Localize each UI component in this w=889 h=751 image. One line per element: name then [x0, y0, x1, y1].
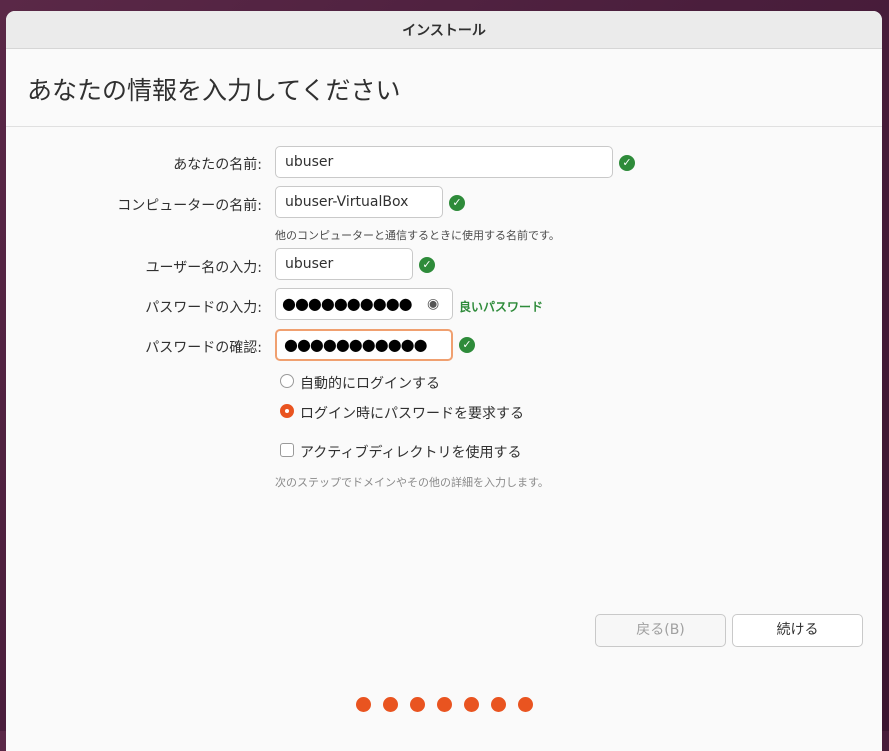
computer-valid-icon: ✓ — [449, 195, 465, 211]
window-title: インストール — [402, 22, 486, 39]
confirm-valid-icon: ✓ — [459, 337, 475, 353]
computer-label: コンピューターの名前: — [117, 198, 262, 214]
continue-button[interactable]: 続ける — [732, 614, 863, 647]
name-input[interactable]: ubuser — [275, 146, 613, 178]
active-directory-label[interactable]: アクティブディレクトリを使用する — [300, 442, 521, 462]
computer-hint: 他のコンピューターと通信するときに使用する名前です。 — [275, 229, 560, 242]
confirm-dots: ●●●●●●●●●●● — [284, 335, 428, 354]
username-valid-icon: ✓ — [419, 257, 435, 273]
progress-dot — [464, 697, 479, 712]
title-bar: インストール — [6, 11, 882, 49]
password-strength: 良いパスワード — [459, 300, 544, 314]
require-password-label[interactable]: ログイン時にパスワードを要求する — [300, 403, 524, 423]
page-title: あなたの情報を入力してください — [27, 76, 401, 105]
confirm-password-input[interactable]: ●●●●●●●●●●● — [275, 329, 453, 361]
password-dots: ●●●●●●●●●● — [282, 294, 413, 313]
progress-dot — [410, 697, 425, 712]
confirm-label: パスワードの確認: — [145, 340, 262, 356]
progress-dot — [518, 697, 533, 712]
auto-login-radio[interactable] — [280, 374, 294, 388]
computer-name-input[interactable]: ubuser-VirtualBox — [275, 186, 443, 218]
username-label: ユーザー名の入力: — [145, 260, 262, 276]
name-label: あなたの名前: — [173, 157, 262, 173]
back-button[interactable]: 戻る(B) — [595, 614, 726, 647]
auto-login-label[interactable]: 自動的にログインする — [300, 373, 440, 393]
progress-dot — [491, 697, 506, 712]
active-directory-hint: 次のステップでドメインやその他の詳細を入力します。 — [275, 476, 549, 489]
progress-dot — [437, 697, 452, 712]
progress-dot — [356, 697, 371, 712]
name-valid-icon: ✓ — [619, 155, 635, 171]
eye-icon[interactable]: ◉ — [427, 289, 439, 319]
active-directory-checkbox[interactable] — [280, 443, 294, 457]
progress-dot — [383, 697, 398, 712]
username-input[interactable]: ubuser — [275, 248, 413, 280]
password-label: パスワードの入力: — [145, 300, 262, 316]
require-password-radio[interactable] — [280, 404, 294, 418]
page-header: あなたの情報を入力してください — [6, 49, 882, 127]
